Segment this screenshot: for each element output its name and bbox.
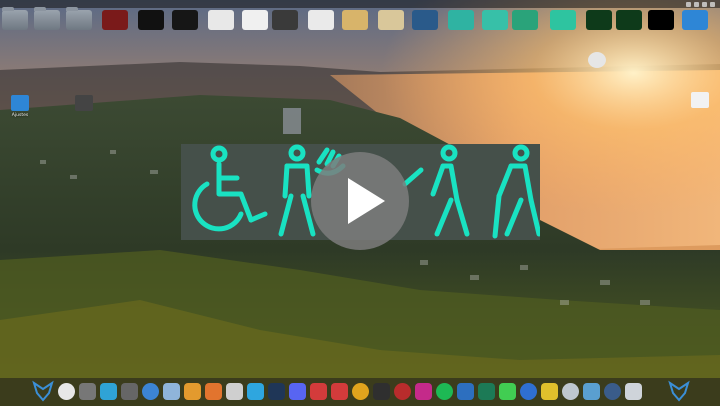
folder-icon bbox=[2, 10, 28, 30]
image-file-icon bbox=[308, 10, 334, 30]
disc-icon bbox=[588, 52, 606, 68]
desktop-icon-folder[interactable] bbox=[0, 10, 30, 32]
dock-app-icon[interactable] bbox=[331, 383, 348, 400]
desktop-icon-image[interactable] bbox=[614, 10, 644, 32]
dock-settings-icon[interactable] bbox=[226, 383, 243, 400]
dock-terminal-icon[interactable] bbox=[478, 383, 495, 400]
dock-chat-icon[interactable] bbox=[310, 383, 327, 400]
image-file-icon bbox=[208, 10, 234, 30]
dock-monitor-icon[interactable] bbox=[373, 383, 390, 400]
desktop-icon-folder[interactable] bbox=[32, 10, 62, 32]
desktop-icon-image[interactable] bbox=[306, 10, 336, 32]
top-panel bbox=[0, 0, 720, 8]
dock-app-icon[interactable] bbox=[142, 383, 159, 400]
image-file-icon bbox=[378, 10, 404, 30]
tray-icon[interactable] bbox=[686, 1, 691, 7]
desktop-icon-row bbox=[0, 10, 720, 50]
desktop-icon-document[interactable] bbox=[680, 92, 720, 110]
image-file-icon bbox=[412, 10, 438, 30]
tray-icon[interactable] bbox=[702, 1, 707, 7]
desktop-icon-image[interactable] bbox=[340, 10, 370, 32]
tray-icon[interactable] bbox=[710, 1, 715, 7]
desktop-icon-disc[interactable] bbox=[577, 52, 617, 70]
tray-icon[interactable] bbox=[694, 1, 699, 7]
image-file-icon bbox=[550, 10, 576, 30]
system-tray bbox=[686, 0, 718, 8]
dock-app-icon[interactable] bbox=[415, 383, 432, 400]
standing-person-icon bbox=[278, 144, 316, 237]
folder-icon bbox=[66, 10, 92, 30]
dock-media-icon[interactable] bbox=[184, 383, 201, 400]
dock-qt-icon[interactable] bbox=[499, 383, 516, 400]
image-file-icon bbox=[512, 10, 538, 30]
desktop-icon-image[interactable] bbox=[480, 10, 510, 32]
image-file-icon bbox=[586, 10, 612, 30]
desktop-icon-image[interactable] bbox=[548, 10, 578, 32]
desktop-icon-image[interactable] bbox=[446, 10, 476, 32]
dock-files-icon[interactable] bbox=[79, 383, 96, 400]
image-file-icon bbox=[242, 10, 268, 30]
dock-logo-icon[interactable] bbox=[668, 380, 690, 402]
image-file-icon bbox=[648, 10, 674, 30]
desktop-icon-image[interactable] bbox=[510, 10, 540, 32]
desktop-icon-image[interactable] bbox=[410, 10, 440, 32]
settings-icon bbox=[11, 95, 29, 111]
wheelchair-user-icon bbox=[192, 145, 268, 232]
dock-telegram-icon[interactable] bbox=[247, 383, 264, 400]
dock-app-icon[interactable] bbox=[394, 383, 411, 400]
dock-trash-icon[interactable] bbox=[625, 383, 642, 400]
dock-logo-icon[interactable] bbox=[32, 380, 54, 402]
image-file-icon bbox=[102, 10, 128, 30]
dock-accessibility-icon[interactable] bbox=[520, 383, 537, 400]
desktop-icon-settings[interactable]: Ajustes bbox=[0, 95, 40, 118]
image-file-icon bbox=[448, 10, 474, 30]
dock-app-icon[interactable] bbox=[205, 383, 222, 400]
image-file-icon bbox=[482, 10, 508, 30]
desktop-icon-image[interactable] bbox=[376, 10, 406, 32]
image-file-icon bbox=[75, 95, 93, 111]
person-with-cane-icon bbox=[492, 144, 542, 239]
walking-person-icon bbox=[402, 144, 470, 237]
image-file-icon bbox=[616, 10, 642, 30]
dock-layers-icon[interactable] bbox=[100, 383, 117, 400]
dock-app-icon[interactable] bbox=[562, 383, 579, 400]
dock-steam-icon[interactable] bbox=[268, 383, 285, 400]
dock-colors-icon[interactable] bbox=[541, 383, 558, 400]
desktop-icon-image[interactable] bbox=[206, 10, 236, 32]
dock-spotify-icon[interactable] bbox=[436, 383, 453, 400]
desktop-icon-image[interactable] bbox=[100, 10, 130, 32]
dock-app-icon[interactable] bbox=[583, 383, 600, 400]
dock-app-icon[interactable] bbox=[352, 383, 369, 400]
settings-icon bbox=[682, 10, 708, 30]
document-icon bbox=[691, 92, 709, 108]
desktop-icon-image[interactable] bbox=[136, 10, 166, 32]
desktop-icon-folder[interactable] bbox=[64, 10, 94, 32]
desktop-icon-file[interactable] bbox=[64, 95, 104, 113]
image-file-icon bbox=[342, 10, 368, 30]
desktop-icon-image[interactable] bbox=[240, 10, 270, 32]
image-file-icon bbox=[272, 10, 298, 30]
folder-icon bbox=[34, 10, 60, 30]
dock-folder-icon[interactable] bbox=[163, 383, 180, 400]
play-icon bbox=[348, 178, 385, 224]
dock-app-icon[interactable] bbox=[457, 383, 474, 400]
desktop-icon-image[interactable] bbox=[270, 10, 300, 32]
desktop-icon-image[interactable] bbox=[646, 10, 676, 32]
dock-discord-icon[interactable] bbox=[289, 383, 306, 400]
image-file-icon bbox=[172, 10, 198, 30]
image-file-icon bbox=[138, 10, 164, 30]
play-button[interactable] bbox=[311, 152, 409, 250]
dock-app-icon[interactable] bbox=[121, 383, 138, 400]
dock-browser-icon[interactable] bbox=[58, 383, 75, 400]
desktop-icon-image[interactable] bbox=[170, 10, 200, 32]
desktop-icon-image[interactable] bbox=[584, 10, 614, 32]
desktop-icon-settings[interactable] bbox=[680, 10, 710, 32]
dock-app-icon[interactable] bbox=[604, 383, 621, 400]
